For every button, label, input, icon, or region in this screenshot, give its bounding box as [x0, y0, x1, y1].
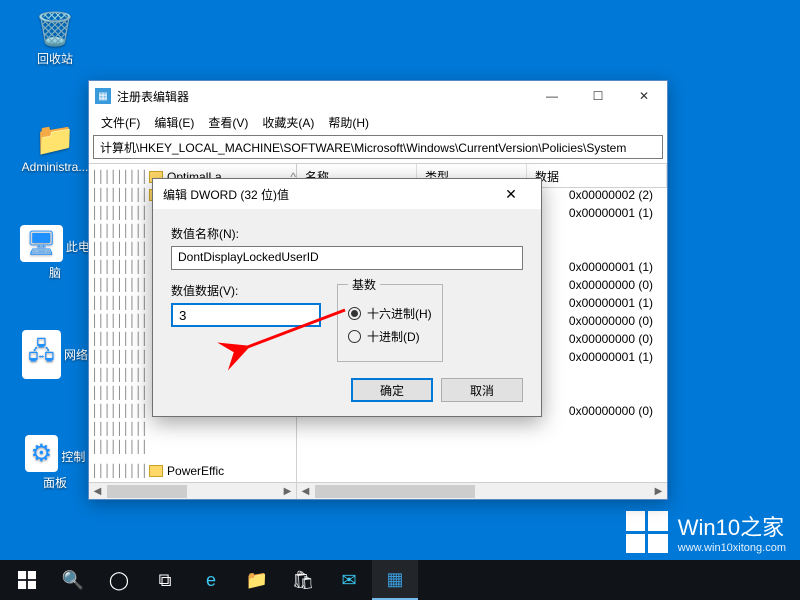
windows-logo-icon	[626, 511, 668, 553]
taskbar-explorer[interactable]: 📁	[234, 560, 280, 600]
folder-icon	[149, 465, 163, 477]
desktop-icon-admin[interactable]: 📁 Administra...	[20, 120, 90, 174]
col-data[interactable]: 数据	[527, 164, 667, 187]
value-name-label: 数值名称(N):	[171, 225, 523, 242]
cortana-icon: ◯	[109, 570, 129, 591]
cell-data: 0x00000000 (0)	[569, 404, 653, 422]
taskbar-search[interactable]: 🔍	[50, 560, 96, 600]
menu-help[interactable]: 帮助(H)	[322, 112, 375, 133]
radio-label: 十六进制(H)	[367, 305, 432, 322]
cell-data: 0x00000000 (0)	[569, 278, 653, 296]
address-bar[interactable]: 计算机\HKEY_LOCAL_MACHINE\SOFTWARE\Microsof…	[93, 135, 663, 159]
cancel-button[interactable]: 取消	[441, 378, 523, 402]
base-fieldset: 基数 十六进制(H) 十进制(D)	[337, 276, 443, 362]
radio-icon	[348, 307, 361, 320]
cell-data: 0x00000001 (1)	[569, 206, 653, 224]
taskbar[interactable]: 🔍 ◯ ⧉ e 📁 🛍 ✉ ▦	[0, 560, 800, 600]
recycle-bin-icon: 🗑️	[20, 10, 90, 48]
radio-hex[interactable]: 十六进制(H)	[348, 305, 432, 322]
close-button[interactable]: ✕	[621, 81, 667, 111]
radio-label: 十进制(D)	[367, 328, 420, 345]
cell-data: 0x00000000 (0)	[569, 314, 653, 332]
menu-favorites[interactable]: 收藏夹(A)	[256, 112, 320, 133]
windows-logo-icon	[18, 571, 36, 589]
pc-icon: 🖥	[20, 225, 62, 262]
store-icon: 🛍	[292, 570, 315, 591]
branding-title: Win10之家	[678, 510, 786, 542]
desktop-icon-control-panel[interactable]: ⚙ 控制面板	[20, 435, 90, 491]
base-legend: 基数	[348, 276, 380, 293]
cell-data: 0x00000001 (1)	[569, 260, 653, 278]
menu-view[interactable]: 查看(V)	[202, 112, 254, 133]
taskbar-mail[interactable]: ✉	[326, 560, 372, 600]
taskbar-edge[interactable]: e	[188, 560, 234, 600]
value-data-label: 数值数据(V):	[171, 282, 321, 299]
edge-icon: e	[206, 570, 216, 591]
desktop-icon-label: 网络	[64, 348, 88, 362]
value-name-field[interactable]: DontDisplayLockedUserID	[171, 246, 523, 270]
dialog-titlebar[interactable]: 编辑 DWORD (32 位)值 ✕	[153, 179, 541, 209]
dialog-title: 编辑 DWORD (32 位)值	[163, 186, 289, 203]
regedit-icon: ▦	[386, 569, 403, 590]
control-panel-icon: ⚙	[25, 435, 59, 472]
cell-data: 0x00000002 (2)	[569, 188, 653, 206]
taskbar-store[interactable]: 🛍	[280, 560, 326, 600]
radio-dec[interactable]: 十进制(D)	[348, 328, 432, 345]
ok-button[interactable]: 确定	[351, 378, 433, 402]
branding-url: www.win10xitong.com	[678, 542, 786, 554]
titlebar[interactable]: ▦ 注册表编辑器 — ☐ ✕	[89, 81, 667, 111]
minimize-button[interactable]: —	[529, 81, 575, 111]
desktop-icon-network[interactable]: 🖧 网络	[20, 330, 90, 381]
menubar: 文件(F) 编辑(E) 查看(V) 收藏夹(A) 帮助(H)	[89, 111, 667, 133]
dialog-close-button[interactable]: ✕	[491, 186, 531, 203]
cell-data: 0x00000001 (1)	[569, 296, 653, 314]
branding: Win10之家 www.win10xitong.com	[626, 510, 786, 554]
menu-edit[interactable]: 编辑(E)	[148, 112, 200, 133]
menu-file[interactable]: 文件(F)	[95, 112, 146, 133]
maximize-button[interactable]: ☐	[575, 81, 621, 111]
list-scrollbar-horizontal[interactable]: ◀▶	[297, 482, 667, 499]
value-data-input[interactable]	[171, 303, 321, 327]
window-title: 注册表编辑器	[117, 88, 189, 105]
taskbar-regedit[interactable]: ▦	[372, 560, 418, 600]
tree-node[interactable]: PowerEffic	[167, 464, 224, 478]
desktop-icon-label: Administra...	[22, 160, 89, 174]
tree-scrollbar-horizontal[interactable]: ◀▶	[89, 482, 296, 499]
taskbar-taskview[interactable]: ⧉	[142, 560, 188, 600]
mail-icon: ✉	[341, 570, 356, 591]
network-icon: 🖧	[22, 330, 61, 379]
desktop-icon-recycle-bin[interactable]: 🗑️ 回收站	[20, 10, 90, 67]
cell-data: 0x00000000 (0)	[569, 332, 653, 350]
search-icon: 🔍	[62, 570, 84, 591]
taskbar-cortana[interactable]: ◯	[96, 560, 142, 600]
regedit-icon: ▦	[95, 88, 111, 104]
desktop-icon-label: 回收站	[37, 52, 73, 66]
cell-data: 0x00000001 (1)	[569, 350, 653, 368]
desktop-icon-this-pc[interactable]: 🖥 此电脑	[20, 225, 90, 281]
radio-icon	[348, 330, 361, 343]
folder-icon: 📁	[246, 570, 268, 591]
taskview-icon: ⧉	[159, 570, 172, 591]
start-button[interactable]	[4, 560, 50, 600]
edit-dword-dialog: 编辑 DWORD (32 位)值 ✕ 数值名称(N): DontDisplayL…	[152, 178, 542, 417]
folder-icon: 📁	[20, 120, 90, 158]
